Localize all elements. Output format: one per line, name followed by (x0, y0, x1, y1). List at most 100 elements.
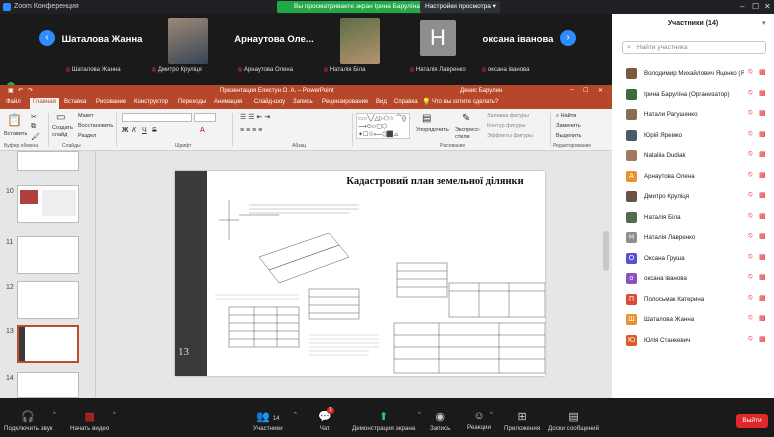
arrange-button[interactable]: Упорядочить (416, 127, 449, 133)
participant-row[interactable]: о оксана іванова ⦸ ▩ (612, 269, 774, 289)
chevron-up-icon[interactable]: ^ (294, 412, 297, 418)
tab-home[interactable]: Главная (30, 98, 59, 109)
start-video-button[interactable]: ▩ Начать видео (70, 410, 109, 432)
participant-search-input[interactable]: ⌕ Найти участника (622, 41, 766, 54)
reset-button[interactable]: Восстановить (78, 123, 113, 129)
bullets-icon[interactable]: ☰ ☰ ⇤ ⇥ (240, 113, 270, 121)
slide-thumbnail[interactable] (17, 236, 79, 274)
minimize-icon[interactable]: – (570, 87, 573, 93)
tab-design[interactable]: Конструктор (134, 99, 168, 105)
tab-animations[interactable]: Анимация (214, 99, 242, 105)
undo-icon[interactable]: ↶ (18, 87, 23, 94)
chevron-up-icon[interactable]: ^ (113, 412, 116, 418)
cut-icon[interactable]: ✂ (31, 113, 37, 121)
italic-icon[interactable]: К (132, 127, 136, 134)
record-button[interactable]: ◉ Запись (430, 410, 450, 432)
video-tile[interactable]: Н ⦸ Наталія Лавренко (404, 16, 474, 76)
chevron-up-icon[interactable]: ^ (53, 412, 56, 418)
share-screen-button[interactable]: ⬆ Демонстрация экрана (352, 410, 415, 432)
find-button[interactable]: ⌕ Найти (556, 113, 576, 120)
close-icon[interactable]: ✕ (764, 2, 771, 11)
tab-help[interactable]: Справка (394, 99, 418, 105)
participant-row[interactable]: Ірина Барулїна (Организатор) ⦸ ▩ (612, 85, 774, 105)
align-icon[interactable]: ≡ ≡ ≡ ≡ (240, 127, 262, 134)
minimize-icon[interactable]: – (740, 2, 744, 11)
participant-row[interactable]: Nataliia Dudiak ⦸ ▩ (612, 146, 774, 166)
shape-outline-button[interactable]: Контур фигуры (487, 123, 525, 129)
video-tile[interactable]: Шаталова Жанна ⦸ Шаталова Жанна (60, 16, 144, 76)
reactions-button[interactable]: ☺ Реакции (467, 410, 491, 431)
participants-button[interactable]: 👥 14 Участники (253, 410, 283, 432)
maximize-icon[interactable]: ☐ (752, 2, 759, 11)
slide-thumbnails-pane[interactable]: 10 11 12 13 14 (0, 151, 96, 398)
tab-draw[interactable]: Рисование (96, 99, 126, 105)
strip-next-icon[interactable]: › (560, 30, 576, 46)
tab-slideshow[interactable]: Слайд-шоу (254, 99, 285, 105)
section-button[interactable]: Раздел (78, 133, 96, 139)
new-slide-icon[interactable]: ▭ (56, 112, 65, 123)
slide-thumbnail[interactable] (17, 185, 79, 223)
vertical-scrollbar[interactable] (600, 151, 612, 398)
panel-options-icon[interactable]: ▾ (762, 19, 766, 27)
shape-effects-button[interactable]: Эффекты фигуры (487, 133, 533, 139)
strike-icon[interactable]: S (152, 127, 157, 134)
layout-button[interactable]: Макет (78, 113, 94, 119)
participant-row[interactable]: А Арнаутова Олена ⦸ ▩ (612, 167, 774, 187)
tab-view[interactable]: Вид (376, 99, 387, 105)
chevron-up-icon[interactable]: ^ (418, 412, 421, 418)
participant-row[interactable]: Дмитро Круліця ⦸ ▩ (612, 187, 774, 207)
tab-review[interactable]: Рецензирование (322, 99, 368, 105)
quick-styles-button[interactable]: Экспресс-стили (455, 127, 485, 141)
participant-row[interactable]: Володимир Михайлович Яценко (Я) ⦸ ▩ (612, 64, 774, 84)
video-tile[interactable]: оксана іванова ⦸ оксана іванова (476, 16, 560, 76)
replace-button[interactable]: Заменить (556, 123, 581, 129)
tab-insert[interactable]: Вставка (64, 99, 86, 105)
copy-icon[interactable]: ⧉ (31, 123, 36, 131)
font-size-select[interactable] (194, 113, 216, 122)
participant-row[interactable]: Юрій Яремко ⦸ ▩ (612, 126, 774, 146)
select-button[interactable]: Выделить (556, 133, 581, 139)
tab-file[interactable]: Файл (6, 99, 21, 105)
whiteboards-button[interactable]: ▤ Доски сообщений (548, 410, 599, 432)
arrange-icon[interactable]: ▤ (422, 113, 431, 124)
save-icon[interactable]: ▣ (8, 87, 14, 94)
format-painter-icon[interactable]: 🖌 (31, 133, 40, 141)
leave-button[interactable]: Выйти (736, 414, 768, 428)
slide-thumbnail[interactable] (17, 281, 79, 319)
shapes-gallery[interactable]: ▭○╲╱△▷⬠☆ ⌒{}⟶⬭▱▢⬡ ✦☐☉⟵⬯⬛⌓ (356, 113, 410, 139)
tab-transitions[interactable]: Переходы (178, 99, 206, 105)
view-options-button[interactable]: Настройки просмотра ▾ (420, 1, 500, 13)
apps-button[interactable]: ⊞ Приложения (504, 410, 540, 432)
quick-styles-icon[interactable]: ✎ (462, 113, 470, 124)
current-slide[interactable]: 13 Кадастровий план земельної ділянки (175, 171, 545, 376)
redo-icon[interactable]: ↷ (28, 87, 33, 94)
new-slide-button[interactable]: Создать слайд (52, 125, 74, 139)
video-tile[interactable]: ⦸ Наталія Біла (318, 16, 402, 76)
video-tile[interactable]: Арнаутова Оле... ⦸ Арнаутова Олена (232, 16, 316, 76)
font-name-select[interactable] (122, 113, 192, 122)
maximize-icon[interactable]: ☐ (583, 87, 588, 94)
slide-thumbnail[interactable] (17, 151, 79, 171)
participant-row[interactable]: Н Наталія Лавренко ⦸ ▩ (612, 228, 774, 248)
join-audio-button[interactable]: 🎧 Подключить звук (4, 410, 53, 432)
participant-row[interactable]: О Оксана Груша ⦸ ▩ (612, 249, 774, 269)
underline-icon[interactable]: Ч (142, 127, 147, 134)
tab-record[interactable]: Запись (293, 99, 313, 105)
participant-row[interactable]: П Полосьмак Катерина ⦸ ▩ (612, 290, 774, 310)
tell-me-search[interactable]: Что вы хотите сделать? (432, 99, 498, 105)
participant-row[interactable]: Ю Юлія Станкевич ⦸ ▩ (612, 331, 774, 351)
slide-thumbnail-selected[interactable] (17, 325, 79, 363)
participant-row[interactable]: Наталія Біла ⦸ ▩ (612, 208, 774, 228)
close-icon[interactable]: ✕ (598, 87, 603, 94)
chevron-up-icon[interactable]: ^ (490, 412, 493, 418)
participant-row[interactable]: Натали Рагушенко ⦸ ▩ (612, 105, 774, 125)
paste-icon[interactable]: 📋 (7, 113, 22, 127)
shape-fill-button[interactable]: Заливка фигуры (487, 113, 529, 119)
paste-button[interactable]: Вставить (4, 131, 27, 137)
bold-icon[interactable]: Ж (122, 127, 128, 134)
slide-thumbnail[interactable] (17, 372, 79, 398)
font-color-icon[interactable]: A (200, 127, 205, 134)
strip-prev-icon[interactable]: ‹ (39, 30, 55, 46)
participant-row[interactable]: Ш Шаталова Жанна ⦸ ▩ (612, 310, 774, 330)
video-tile[interactable]: ⦸ Дмитро Круліця (146, 16, 230, 76)
